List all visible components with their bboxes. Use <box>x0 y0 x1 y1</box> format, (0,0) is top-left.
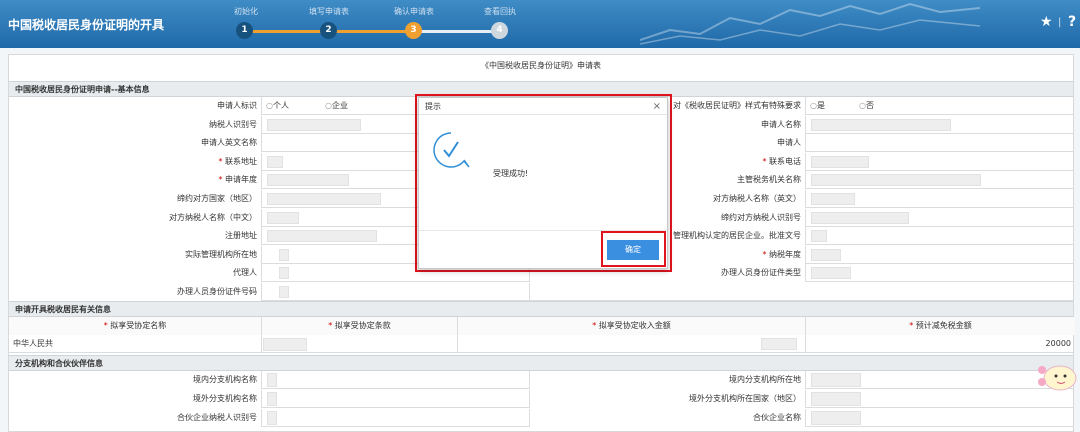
ok-button-highlight <box>601 231 666 267</box>
dialog-title: 提示 <box>425 102 441 111</box>
modal-overlay: 提示 × 受理成功! 确定 <box>0 0 1080 432</box>
close-icon[interactable]: × <box>653 98 661 115</box>
check-bubble-icon <box>433 132 470 168</box>
dialog-message: 受理成功! <box>493 169 529 178</box>
dialog-header: 提示 × <box>419 98 667 115</box>
